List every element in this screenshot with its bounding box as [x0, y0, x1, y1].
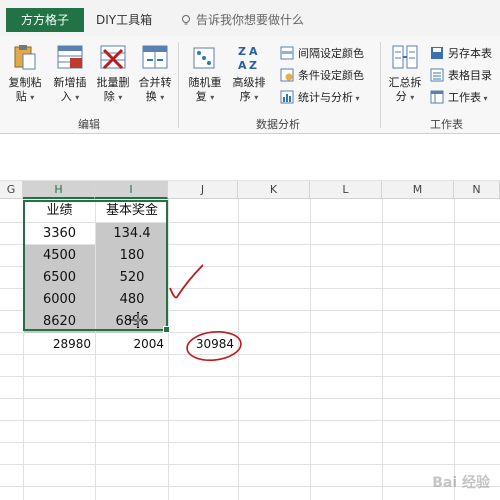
random-repeat-label-1: 随机重 [188, 76, 222, 89]
chevron-down-icon: ▾ [410, 93, 415, 102]
batch-delete-label-1: 批量删 [96, 76, 130, 89]
svg-text:Z: Z [249, 59, 257, 72]
grid-line [0, 398, 500, 399]
grid-color-icon [280, 46, 294, 60]
column-header-n[interactable]: N [454, 181, 500, 199]
chevron-down-icon: ▾ [254, 93, 259, 102]
table-directory-button[interactable]: 表格目录 [430, 66, 492, 86]
summary-split-icon [392, 45, 418, 69]
worksheet-icon [430, 90, 444, 104]
column-header-g[interactable]: G [0, 181, 23, 199]
group-divider [178, 42, 179, 128]
column-header-l[interactable]: L [310, 181, 382, 199]
interval-color-button[interactable]: 间隔设定颜色 [280, 44, 364, 64]
merge-icon [142, 45, 168, 69]
add-insert-button[interactable]: 新增插 入 ▾ [49, 42, 91, 112]
insert-rows-icon [57, 45, 83, 69]
chevron-down-icon: ▾ [30, 93, 35, 102]
column-header-h[interactable]: H [23, 181, 95, 199]
edit-group-label: 编辑 [78, 118, 100, 131]
lightbulb-icon [182, 15, 190, 25]
total-cell-bonus[interactable]: 2004 [96, 333, 168, 355]
summary-split-label-1: 汇总拆 [388, 76, 422, 89]
grid-line [0, 376, 500, 377]
worksheet-button[interactable]: 工作表 ▾ [430, 88, 488, 108]
statistics-analysis-label: 统计与分析 [298, 91, 353, 104]
sort-az-icon: Z A A Z [238, 45, 258, 72]
grid-line [0, 420, 500, 421]
tell-me-text: 告诉我你想要做什么 [196, 13, 305, 27]
batch-delete-label-2: 除 [103, 90, 115, 103]
table-directory-icon [430, 68, 444, 82]
svg-text:A: A [238, 59, 247, 72]
worksheet-label: 工作表 [448, 91, 481, 104]
column-header-i[interactable]: I [95, 181, 168, 199]
tell-me-box[interactable]: 告诉我你想要做什么 [180, 8, 304, 32]
copy-paste-label-1: 复制粘 [8, 76, 42, 89]
conditional-color-icon [280, 68, 294, 82]
tab-diy-toolbox[interactable]: DIY工具箱 [96, 8, 152, 32]
save-icon [431, 47, 443, 59]
conditional-color-label: 条件设定颜色 [298, 69, 364, 82]
random-repeat-label-2: 复 [195, 90, 207, 103]
fill-handle[interactable] [163, 326, 170, 333]
watermark: Bai 经验 [432, 475, 490, 491]
dice-icon [193, 47, 215, 69]
ribbon: 复制粘 贴 ▾ 新增插 入 ▾ 批量删 除 ▾ 合并转 换 ▾ 编辑 随机重 复… [0, 36, 500, 134]
chevron-down-icon: ▾ [210, 93, 215, 102]
formula-bar-area [0, 135, 500, 181]
column-header-k[interactable]: K [238, 181, 310, 199]
save-sheet-label: 另存本表 [448, 47, 492, 60]
add-insert-label-2: 入 [60, 90, 72, 103]
random-repeat-button[interactable]: 随机重 复 ▾ [184, 42, 226, 112]
column-header-j[interactable]: J [168, 181, 238, 199]
chevron-down-icon: ▾ [353, 94, 360, 103]
conditional-color-button[interactable]: 条件设定颜色 [280, 66, 364, 86]
group-divider [380, 42, 381, 128]
analysis-group-label: 数据分析 [256, 118, 300, 131]
summary-split-button[interactable]: 汇总拆 分 ▾ [384, 42, 426, 112]
statistics-analysis-button[interactable]: 统计与分析 ▾ [280, 88, 360, 108]
chevron-down-icon: ▾ [160, 93, 165, 102]
ribbon-tab-bar: 方方格子 DIY工具箱 告诉我你想要做什么 [0, 0, 500, 36]
advanced-sort-label-1: 高级排 [232, 76, 266, 89]
advanced-sort-label-2: 序 [239, 90, 251, 103]
interval-color-label: 间隔设定颜色 [298, 47, 364, 60]
copy-paste-button[interactable]: 复制粘 贴 ▾ [4, 42, 46, 112]
chevron-down-icon: ▾ [118, 93, 123, 102]
grand-total-cell[interactable]: 30984 [169, 333, 238, 355]
merge-convert-button[interactable]: 合并转 换 ▾ [134, 42, 176, 112]
tab-fangfanggezi[interactable]: 方方格子 [6, 8, 84, 32]
grid-line [0, 486, 500, 487]
column-header-m[interactable]: M [382, 181, 454, 199]
copy-paste-label-2: 贴 [15, 90, 27, 103]
svg-text:Z: Z [238, 45, 246, 58]
statistics-icon [280, 90, 294, 104]
save-sheet-button[interactable]: 另存本表 [430, 44, 492, 64]
clipboard-icon [14, 45, 36, 70]
selection-range [23, 200, 168, 331]
chevron-down-icon: ▾ [481, 94, 488, 103]
grid-line [0, 464, 500, 465]
merge-convert-label-1: 合并转 [138, 76, 172, 89]
delete-table-icon [100, 45, 126, 70]
summary-split-label-2: 分 [395, 90, 407, 103]
merge-convert-label-2: 换 [145, 90, 157, 103]
add-insert-label-1: 新增插 [53, 76, 87, 89]
chevron-down-icon: ▾ [75, 93, 80, 102]
advanced-sort-button[interactable]: Z A A Z 高级排 序 ▾ [228, 42, 270, 112]
total-cell-performance[interactable]: 28980 [24, 333, 95, 355]
table-directory-label: 表格目录 [448, 69, 492, 82]
grid-line [0, 442, 500, 443]
batch-delete-button[interactable]: 批量删 除 ▾ [92, 42, 134, 112]
svg-text:A: A [249, 45, 258, 58]
worksheet-group-label: 工作表 [430, 118, 463, 131]
